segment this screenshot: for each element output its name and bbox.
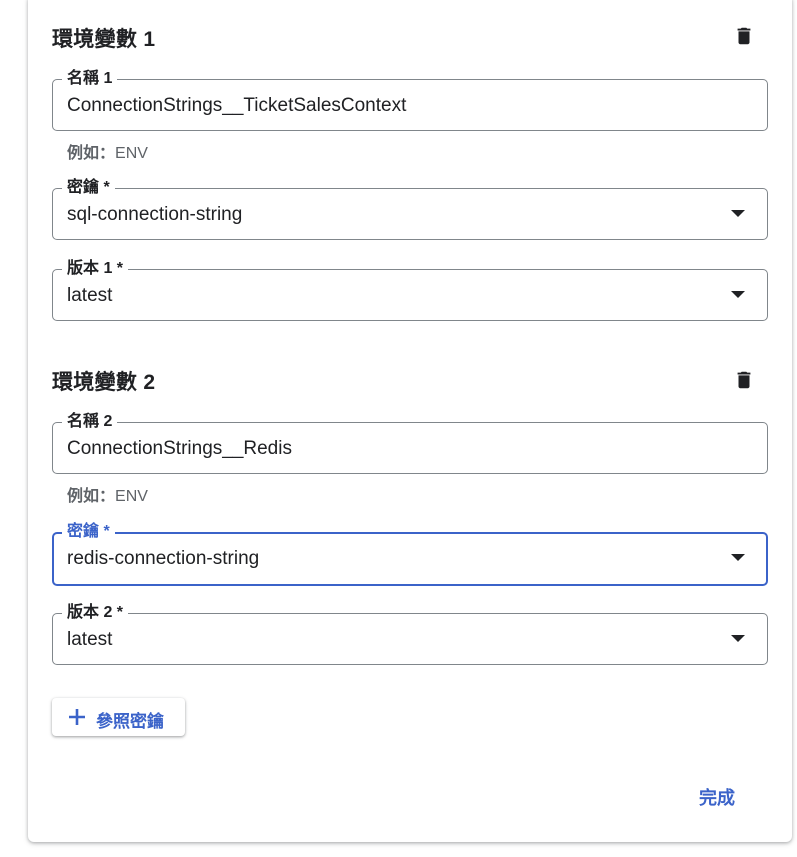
version-select-1-label: 版本 1 *: [62, 259, 129, 279]
name-hint-1-value: ENV: [115, 145, 148, 162]
trash-icon: [737, 371, 751, 389]
secret-select-1-value: sql-connection-string: [67, 204, 243, 225]
arrow-drop-down-icon[interactable]: [731, 554, 745, 561]
arrow-drop-down-icon[interactable]: [731, 210, 745, 217]
secret-select-2[interactable]: 密鑰 * redis-connection-string: [52, 522, 768, 586]
add-secret-reference-button[interactable]: 參照密鑰: [52, 698, 185, 736]
secret-select-1-label: 密鑰 *: [62, 178, 115, 198]
name-field-2-value[interactable]: ConnectionStrings__Redis: [67, 438, 292, 460]
section-title-env-var-2: 環境變數 2: [52, 371, 156, 394]
version-select-1[interactable]: 版本 1 * latest: [52, 259, 768, 321]
secret-select-2-label: 密鑰 *: [62, 522, 115, 542]
secret-select-1[interactable]: 密鑰 * sql-connection-string: [52, 178, 768, 240]
name-hint-2-value: ENV: [115, 488, 148, 505]
name-hint-2-prefix: 例如：: [67, 488, 116, 505]
version-select-1-value: latest: [67, 285, 113, 306]
delete-env-var-1-button[interactable]: [733, 25, 755, 47]
name-field-1-value[interactable]: ConnectionStrings__TicketSalesContext: [67, 95, 406, 117]
done-button[interactable]: 完成: [699, 784, 735, 810]
arrow-drop-down-icon[interactable]: [731, 291, 745, 298]
name-field-2[interactable]: 名稱 2 ConnectionStrings__Redis: [52, 412, 768, 474]
add-secret-reference-label: 參照密鑰: [96, 712, 164, 731]
secret-select-2-value: redis-connection-string: [67, 548, 260, 569]
name-field-2-label: 名稱 2: [62, 412, 118, 432]
name-hint-1: 例如：ENV: [67, 139, 148, 163]
delete-env-var-2-button[interactable]: [733, 369, 755, 391]
version-select-2-label: 版本 2 *: [62, 603, 129, 623]
name-field-1[interactable]: 名稱 1 ConnectionStrings__TicketSalesConte…: [52, 69, 768, 131]
plus-icon: [69, 709, 85, 725]
version-select-2[interactable]: 版本 2 * latest: [52, 603, 768, 665]
name-hint-1-prefix: 例如：: [67, 145, 116, 162]
section-title-env-var-1: 環境變數 1: [52, 28, 156, 51]
trash-icon: [737, 27, 751, 45]
name-field-1-label: 名稱 1: [62, 69, 118, 89]
version-select-2-value: latest: [67, 629, 113, 650]
arrow-drop-down-icon[interactable]: [731, 635, 745, 642]
name-hint-2: 例如：ENV: [67, 482, 148, 506]
